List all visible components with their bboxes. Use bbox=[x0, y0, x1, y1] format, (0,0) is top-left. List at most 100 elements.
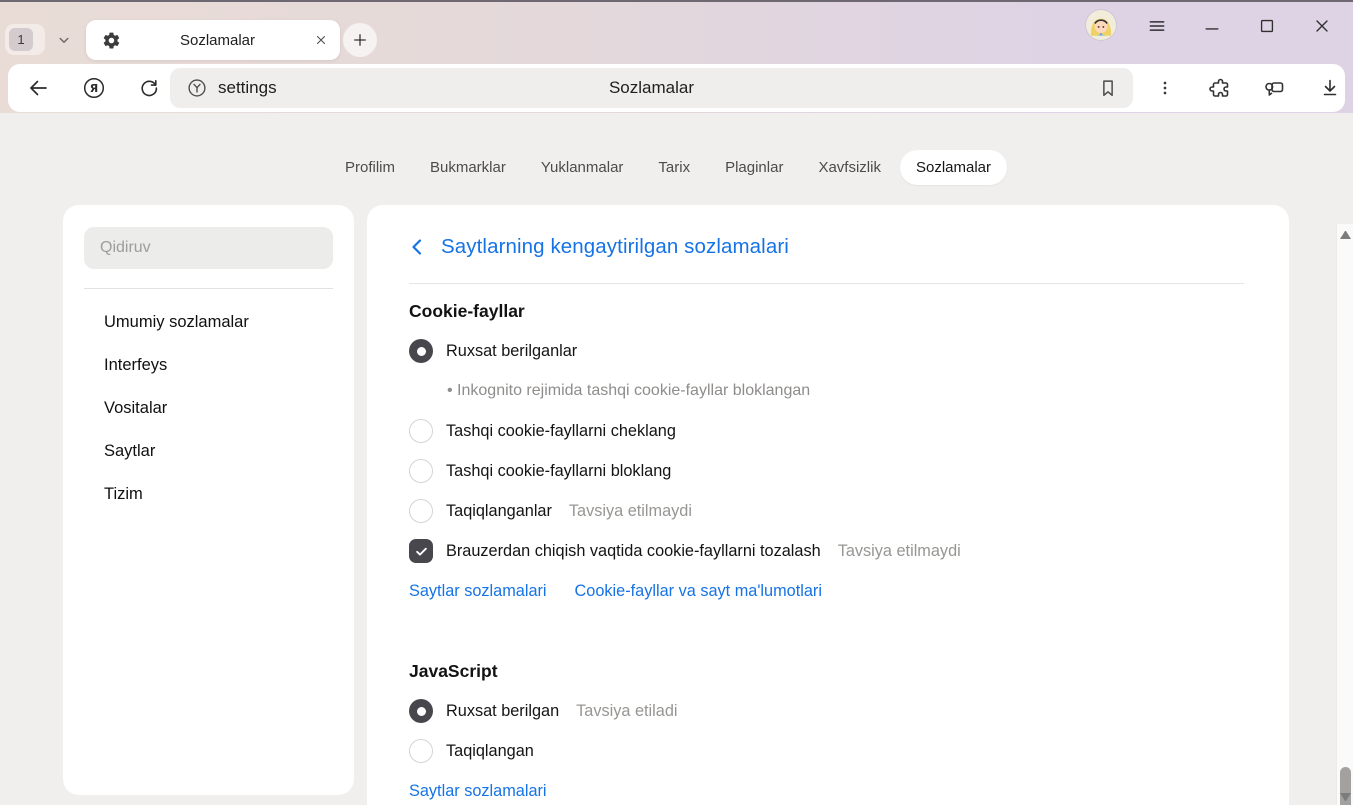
option-subtext: • Inkognito rejimida tashqi cookie-fayll… bbox=[409, 371, 1244, 411]
password-manager-button[interactable] bbox=[1262, 76, 1286, 100]
settings-page: ProfilimBukmarklarYuklanmalarTarixPlagin… bbox=[0, 113, 1353, 805]
nav-tab-sozlamalar[interactable]: Sozlamalar bbox=[900, 150, 1007, 185]
refresh-button[interactable] bbox=[137, 76, 161, 100]
option-note: Tavsiya etilmaydi bbox=[569, 502, 692, 521]
window-minimize-button[interactable] bbox=[1199, 13, 1225, 39]
option-ruxsat-berilgan[interactable]: Ruxsat berilganTavsiya etiladi bbox=[409, 691, 1244, 731]
back-chevron-icon[interactable] bbox=[409, 237, 425, 257]
radio-taqiqlanganlar[interactable] bbox=[409, 499, 433, 523]
radio-selected-ruxsat-berilganlar[interactable] bbox=[409, 339, 433, 363]
scroll-up-button[interactable] bbox=[1340, 231, 1351, 239]
window-maximize-button[interactable] bbox=[1254, 13, 1280, 39]
download-icon bbox=[1318, 76, 1342, 100]
page-title[interactable]: Saytlarning kengaytirilgan sozlamalari bbox=[441, 235, 789, 259]
nav-tab-xavfsizlik[interactable]: Xavfsizlik bbox=[802, 150, 897, 185]
option-tashqi-cookie-fayllarni-bloklang[interactable]: Tashqi cookie-fayllarni bloklang bbox=[409, 451, 1244, 491]
radio-taqiqlangan[interactable] bbox=[409, 739, 433, 763]
link-cookie-fayllar-va-sayt-ma-lumotlari[interactable]: Cookie-fayllar va sayt ma'lumotlari bbox=[575, 582, 822, 601]
section-links: Saytlar sozlamalari bbox=[409, 771, 1244, 805]
settings-main-panel: Saytlarning kengaytirilgan sozlamalari C… bbox=[367, 205, 1289, 805]
key-card-icon bbox=[1262, 76, 1286, 100]
back-button[interactable] bbox=[26, 76, 50, 100]
option-ruxsat-berilganlar[interactable]: Ruxsat berilganlar bbox=[409, 331, 1244, 371]
search-input[interactable] bbox=[84, 227, 333, 269]
nav-tab-plaginlar[interactable]: Plaginlar bbox=[709, 150, 799, 185]
extensions-button[interactable] bbox=[1207, 76, 1231, 100]
option-taqiqlangan[interactable]: Taqiqlangan bbox=[409, 731, 1244, 771]
option-label: Ruxsat berilgan bbox=[446, 702, 559, 721]
option-taqiqlanganlar[interactable]: Taqiqlanganlar Tavsiya etilmaydi bbox=[409, 491, 1244, 531]
url-text: settings bbox=[218, 78, 277, 98]
section-title: Cookie-fayllar bbox=[409, 298, 1244, 324]
new-tab-button[interactable] bbox=[343, 23, 377, 57]
kebab-menu-icon bbox=[1155, 78, 1175, 98]
link-saytlar-sozlamalari[interactable]: Saytlar sozlamalari bbox=[409, 582, 547, 601]
options-group: Ruxsat berilganTavsiya etiladi Taqiqlanga… bbox=[409, 691, 1244, 771]
heading-divider bbox=[409, 283, 1244, 284]
option-label: Taqiqlanganlar bbox=[446, 502, 552, 521]
downloads-button[interactable] bbox=[1318, 76, 1342, 100]
protect-icon bbox=[186, 77, 208, 99]
more-menu-button[interactable] bbox=[1153, 76, 1177, 100]
nav-tab-tarix[interactable]: Tarix bbox=[642, 150, 706, 185]
option-label: Tashqi cookie-fayllarni bloklang bbox=[446, 462, 671, 481]
browser-window: 1 Sozlamalar bbox=[0, 0, 1353, 805]
section-cookie-fayllar: Cookie-fayllar Ruxsat berilganlar • Inkogn… bbox=[409, 298, 1244, 611]
section-title: JavaScript bbox=[409, 658, 1244, 684]
page-heading-row: Saytlarning kengaytirilgan sozlamalari bbox=[409, 229, 1244, 265]
sidebar-divider bbox=[84, 288, 333, 289]
scrollbar[interactable] bbox=[1336, 224, 1353, 805]
tab-title: Sozlamalar bbox=[121, 32, 314, 49]
refresh-icon bbox=[137, 76, 161, 100]
section-javascript: JavaScript Ruxsat berilganTavsiya etiladi… bbox=[409, 658, 1244, 805]
nav-tab-yuklanmalar[interactable]: Yuklanmalar bbox=[525, 150, 640, 185]
minimize-icon bbox=[1202, 16, 1222, 36]
sidebar-item-tizim[interactable]: Tizim bbox=[63, 473, 354, 516]
svg-text:Я: Я bbox=[90, 82, 98, 95]
option-brauzerdan-chiqish-vaqtida-cookie-fayllarni-tozalash[interactable]: Brauzerdan chiqish vaqtida cookie-faylla… bbox=[409, 531, 1244, 571]
tab-list-dropdown-button[interactable] bbox=[50, 28, 78, 52]
option-label: Tashqi cookie-fayllarni cheklang bbox=[446, 422, 676, 441]
scroll-down-button[interactable] bbox=[1340, 793, 1351, 801]
settings-sidebar: Umumiy sozlamalarInterfeysVositalarSaytl… bbox=[63, 205, 354, 795]
yandex-home-button[interactable]: Я bbox=[82, 76, 106, 100]
tab-counter-button[interactable]: 1 bbox=[5, 24, 45, 55]
sections: Cookie-fayllar Ruxsat berilganlar • Inkogn… bbox=[409, 298, 1244, 805]
tab-close-icon[interactable] bbox=[314, 33, 328, 47]
sidebar-list: Umumiy sozlamalarInterfeysVositalarSaytl… bbox=[63, 301, 354, 516]
link-saytlar-sozlamalari[interactable]: Saytlar sozlamalari bbox=[409, 782, 547, 801]
section-links: Saytlar sozlamalari Cookie-fayllar va say… bbox=[409, 571, 1244, 611]
nav-tab-bukmarklar[interactable]: Bukmarklar bbox=[414, 150, 522, 185]
sidebar-item-umumiy-sozlamalar[interactable]: Umumiy sozlamalar bbox=[63, 301, 354, 344]
address-bar[interactable]: settings Sozlamalar bbox=[170, 68, 1133, 108]
maximize-icon bbox=[1257, 16, 1277, 36]
window-close-button[interactable] bbox=[1309, 13, 1335, 39]
chevron-down-icon bbox=[55, 31, 73, 49]
nav-tab-profilim[interactable]: Profilim bbox=[329, 150, 411, 185]
toolbar-page-title: Sozlamalar bbox=[170, 78, 1133, 98]
option-label: Ruxsat berilganlar bbox=[446, 342, 577, 361]
options-group: Ruxsat berilganlar • Inkognito rejimida t… bbox=[409, 331, 1244, 571]
radio-selected-ruxsat-berilgan[interactable] bbox=[409, 699, 433, 723]
yandex-logo-icon: Я bbox=[82, 76, 106, 100]
sidebar-item-vositalar[interactable]: Vositalar bbox=[63, 387, 354, 430]
browser-tab-sozlamalar[interactable]: Sozlamalar bbox=[86, 20, 340, 60]
option-label: Brauzerdan chiqish vaqtida cookie-faylla… bbox=[446, 542, 821, 561]
profile-avatar[interactable] bbox=[1086, 10, 1116, 40]
plus-icon bbox=[351, 31, 369, 49]
bookmark-icon[interactable] bbox=[1097, 77, 1119, 99]
radio-tashqi-cookie-fayllarni-bloklang[interactable] bbox=[409, 459, 433, 483]
checkbox-checked-brauzerdan-chiqish-vaqtida-cookie-fayllarni-tozalash[interactable] bbox=[409, 539, 433, 563]
tab-count-badge: 1 bbox=[9, 28, 33, 51]
option-label: Taqiqlangan bbox=[446, 742, 534, 761]
close-icon bbox=[1312, 16, 1332, 36]
back-arrow-icon bbox=[26, 76, 50, 100]
option-tashqi-cookie-fayllarni-cheklang[interactable]: Tashqi cookie-fayllarni cheklang bbox=[409, 411, 1244, 451]
toolbar: Я settings Sozlamalar bbox=[8, 64, 1345, 112]
sidebar-item-saytlar[interactable]: Saytlar bbox=[63, 430, 354, 473]
sidebar-item-interfeys[interactable]: Interfeys bbox=[63, 344, 354, 387]
browser-menu-button[interactable] bbox=[1144, 13, 1170, 39]
hamburger-menu-icon bbox=[1147, 16, 1167, 36]
radio-tashqi-cookie-fayllarni-cheklang[interactable] bbox=[409, 419, 433, 443]
option-note: Tavsiya etilmaydi bbox=[838, 542, 961, 561]
